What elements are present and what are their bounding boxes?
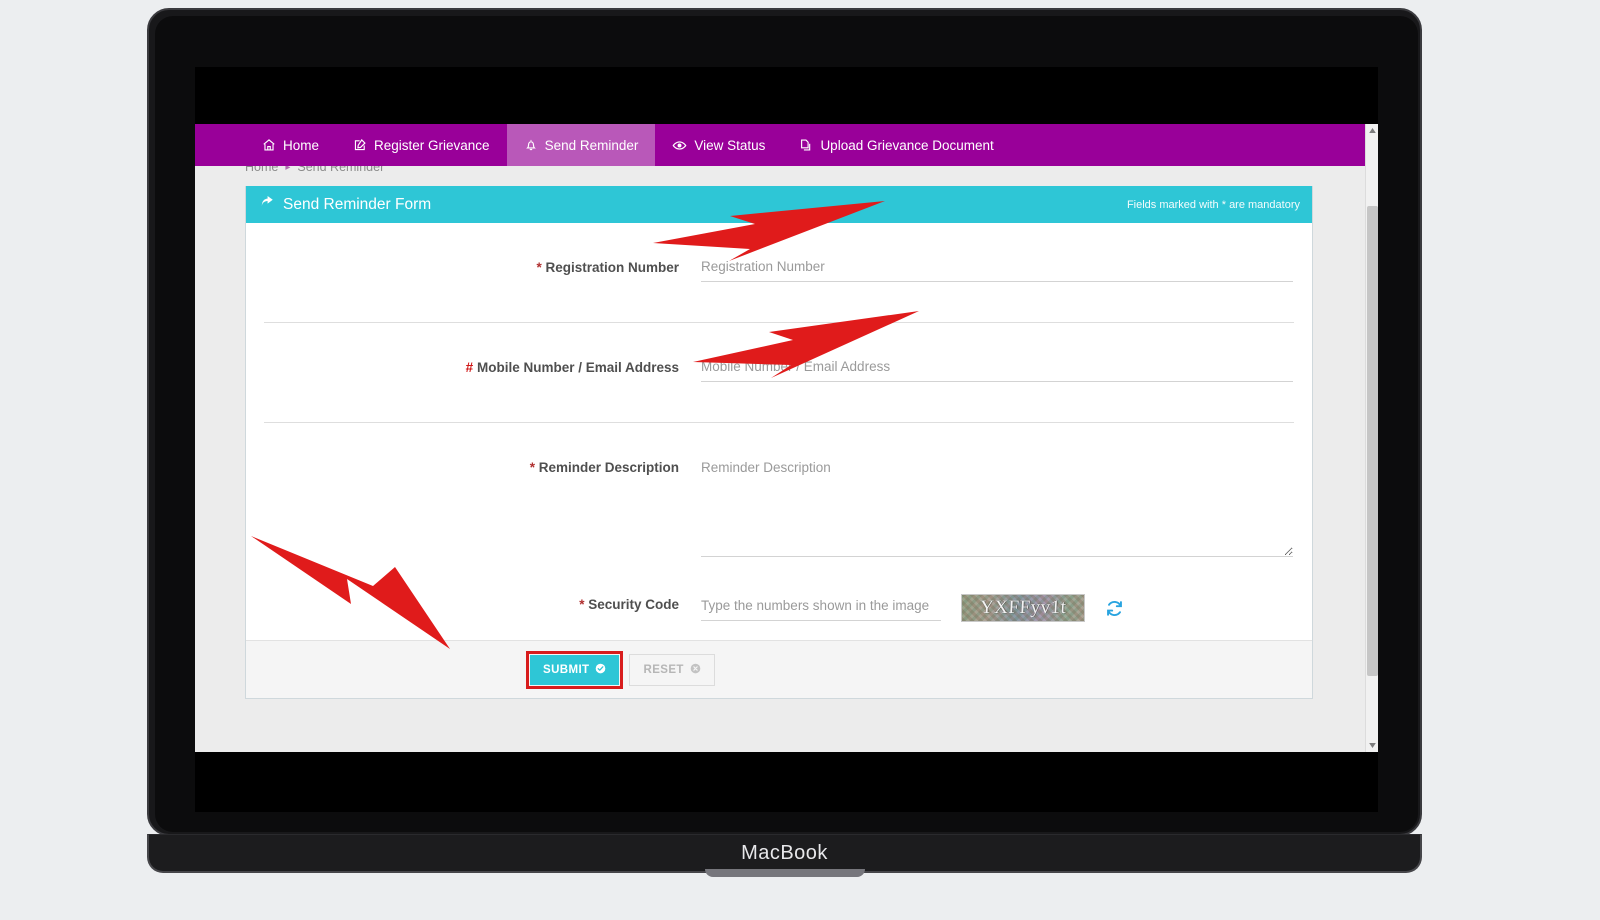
browser-chrome-bottom: [195, 752, 1378, 812]
refresh-icon[interactable]: [1105, 599, 1124, 618]
laptop-base: MacBook: [147, 834, 1422, 877]
page-scrollbar[interactable]: [1365, 124, 1378, 752]
mandatory-note-star: *: [1221, 198, 1226, 211]
mandatory-note-prefix: Fields marked with: [1126, 198, 1219, 211]
content-area: Send Reminder Form Fields marked with * …: [195, 166, 1365, 752]
label-text-registration-number: Registration Number: [545, 260, 679, 275]
bell-icon: [524, 138, 538, 152]
label-text-security-code: Security Code: [588, 597, 679, 612]
field-wrap-security-code: YXFFyv1t: [701, 594, 1312, 622]
browser-chrome-top: [195, 67, 1378, 124]
hash-marker-icon: #: [465, 360, 474, 375]
screen-viewport: Home ▸ Send Reminder Home Register Griev…: [195, 67, 1378, 812]
nav-item-upload-grievance-document[interactable]: Upload Grievance Document: [782, 124, 1010, 166]
field-wrap-registration-number: [701, 257, 1312, 282]
scroll-up-arrow-icon[interactable]: [1366, 124, 1378, 137]
scrollbar-thumb[interactable]: [1367, 206, 1378, 676]
nav-label-upload-grievance-document: Upload Grievance Document: [820, 137, 994, 153]
label-text-reminder-description: Reminder Description: [538, 460, 679, 475]
panel-footer: SUBMIT RESET: [246, 640, 1312, 698]
form-row-reminder-description: * Reminder Description: [246, 423, 1312, 578]
field-wrap-reminder-description: [701, 457, 1312, 562]
mandatory-note-suffix: are mandatory: [1229, 198, 1300, 211]
form-row-registration-number: * Registration Number: [246, 223, 1312, 323]
mobile-email-input[interactable]: [701, 357, 1293, 382]
submit-button[interactable]: SUBMIT: [530, 654, 620, 685]
nav-label-view-status: View Status: [694, 137, 766, 153]
panel-header: Send Reminder Form Fields marked with * …: [246, 186, 1312, 223]
device-label: MacBook: [741, 841, 828, 864]
nav-item-view-status[interactable]: View Status: [655, 124, 782, 166]
captcha-image: YXFFyv1t: [961, 594, 1085, 622]
panel-body: * Registration Number #: [246, 223, 1312, 640]
edit-square-icon: [353, 138, 367, 152]
check-circle-icon: [595, 663, 606, 677]
submit-button-label: SUBMIT: [543, 663, 590, 676]
nav-label-register-grievance: Register Grievance: [374, 137, 490, 153]
reset-button-label: RESET: [643, 663, 684, 676]
security-code-input[interactable]: [701, 595, 941, 621]
nav-label-send-reminder: Send Reminder: [544, 137, 639, 153]
field-wrap-mobile-email: [701, 357, 1312, 382]
required-marker-icon: *: [579, 597, 585, 612]
registration-number-input[interactable]: [701, 257, 1293, 282]
laptop-notch: [704, 869, 865, 877]
nav-item-register-grievance[interactable]: Register Grievance: [336, 124, 507, 166]
nav-item-home[interactable]: Home: [245, 124, 336, 166]
label-security-code: * Security Code: [246, 594, 701, 612]
form-row-security-code: * Security Code YXFFyv1t: [246, 578, 1312, 640]
label-text-mobile-email: Mobile Number / Email Address: [476, 360, 679, 375]
laptop-lid: Home ▸ Send Reminder Home Register Griev…: [147, 8, 1422, 836]
label-registration-number: * Registration Number: [246, 257, 701, 275]
home-icon: [262, 138, 276, 152]
captcha-text: YXFFyv1t: [979, 597, 1067, 618]
reset-button[interactable]: RESET: [629, 653, 715, 686]
eye-icon: [672, 138, 687, 153]
web-page: Home ▸ Send Reminder Home Register Griev…: [195, 124, 1378, 752]
reminder-description-textarea[interactable]: [701, 457, 1293, 557]
panel-title-group: Send Reminder Form: [260, 195, 431, 214]
submit-button-highlight-box: SUBMIT: [526, 650, 624, 689]
times-circle-icon: [690, 663, 701, 677]
main-navigation-bar: Home Register Grievance Send Reminder Vi…: [195, 124, 1378, 166]
send-reminder-form-panel: Send Reminder Form Fields marked with * …: [245, 186, 1313, 699]
mandatory-fields-note: Fields marked with * are mandatory: [1127, 199, 1300, 211]
nav-label-home: Home: [283, 137, 320, 153]
copy-document-icon: [799, 138, 813, 152]
nav-item-send-reminder[interactable]: Send Reminder: [506, 124, 656, 166]
panel-title-text: Send Reminder Form: [283, 195, 432, 213]
required-marker-icon: *: [536, 260, 542, 275]
share-arrow-icon: [260, 195, 275, 214]
form-row-mobile-email: # Mobile Number / Email Address: [246, 323, 1312, 423]
label-reminder-description: * Reminder Description: [246, 457, 701, 475]
scroll-down-arrow-icon[interactable]: [1366, 739, 1378, 752]
required-marker-icon: *: [529, 460, 535, 475]
laptop-device-frame: Home ▸ Send Reminder Home Register Griev…: [147, 8, 1422, 877]
label-mobile-email: # Mobile Number / Email Address: [246, 357, 701, 375]
